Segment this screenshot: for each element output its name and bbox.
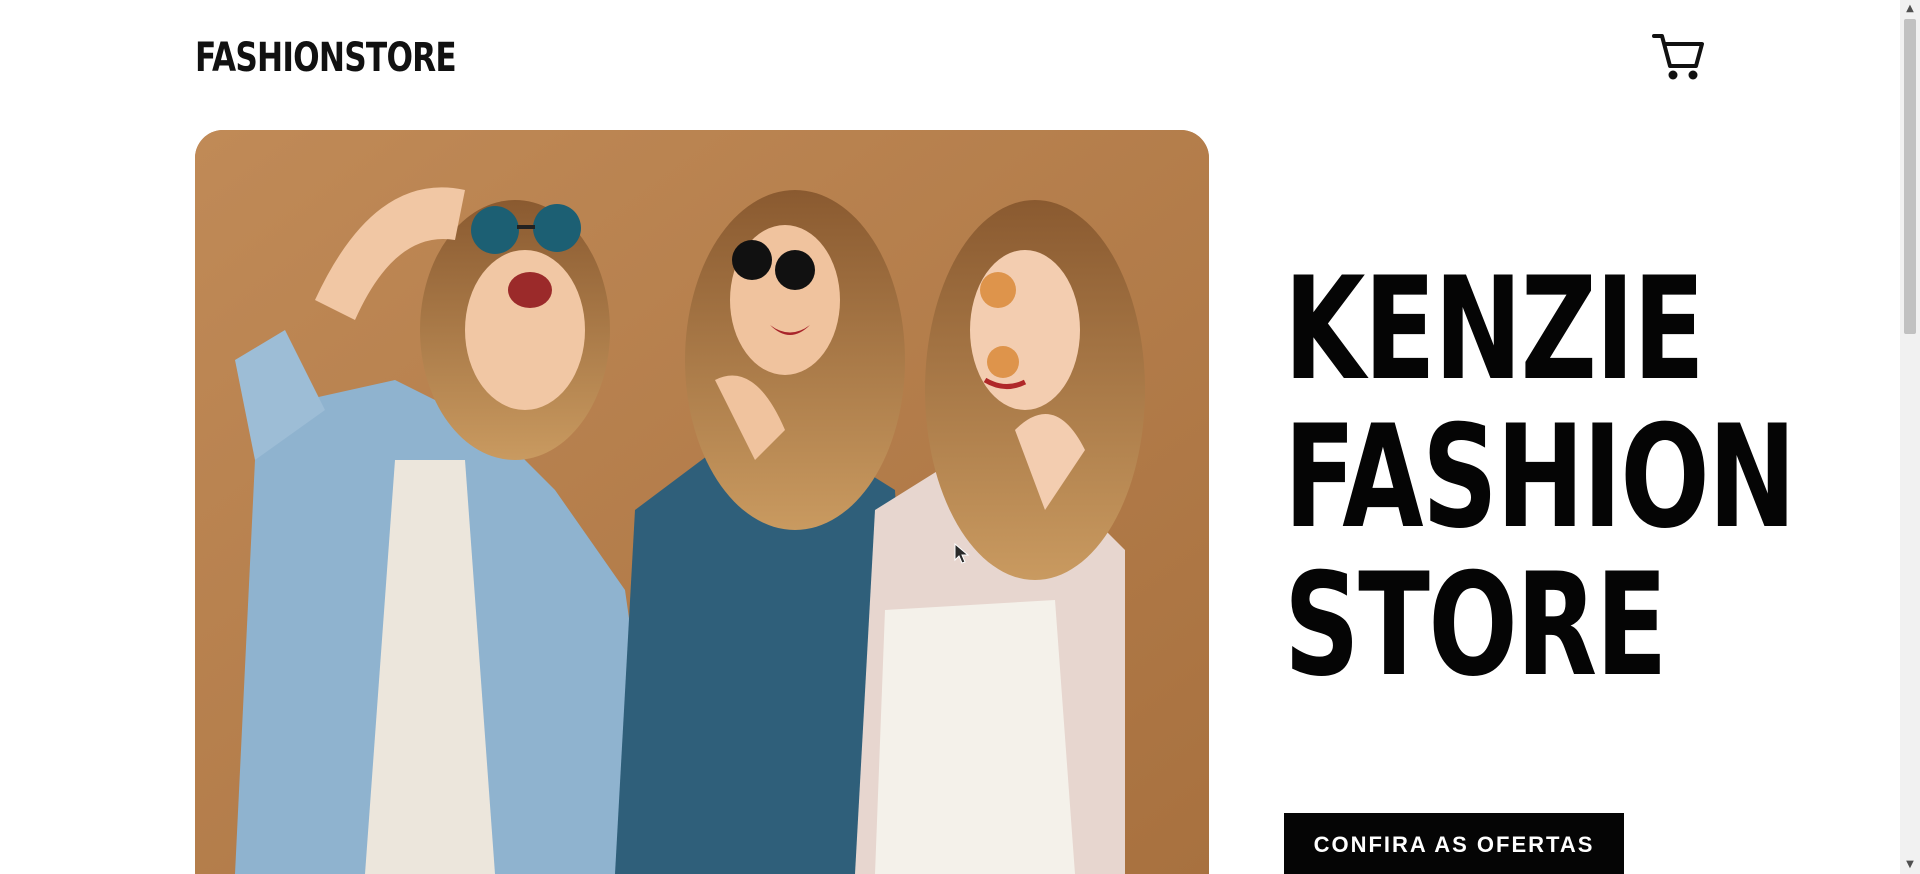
scroll-down-arrow-icon[interactable]: ▼ (1900, 856, 1920, 874)
offers-button[interactable]: CONFIRA AS OFERTAS (1284, 813, 1624, 874)
hero-headline: KENZIE FASHION STORE (1284, 247, 1796, 708)
site-logo[interactable]: FASHIONSTORE (195, 34, 457, 82)
hero-photo (195, 130, 1209, 874)
headline-line-3: STORE (1284, 543, 1667, 708)
vertical-scrollbar[interactable]: ▲ ▼ (1900, 0, 1920, 874)
headline-line-2: FASHION (1284, 395, 1796, 560)
scroll-up-arrow-icon[interactable]: ▲ (1900, 0, 1920, 18)
shopping-cart-icon[interactable] (1650, 28, 1706, 84)
mouse-cursor-icon (954, 542, 970, 565)
scroll-thumb[interactable] (1904, 19, 1916, 334)
headline-line-1: KENZIE (1284, 247, 1705, 412)
page: FASHIONSTORE KENZIE FASHION STORE CONFIR… (0, 0, 1920, 874)
